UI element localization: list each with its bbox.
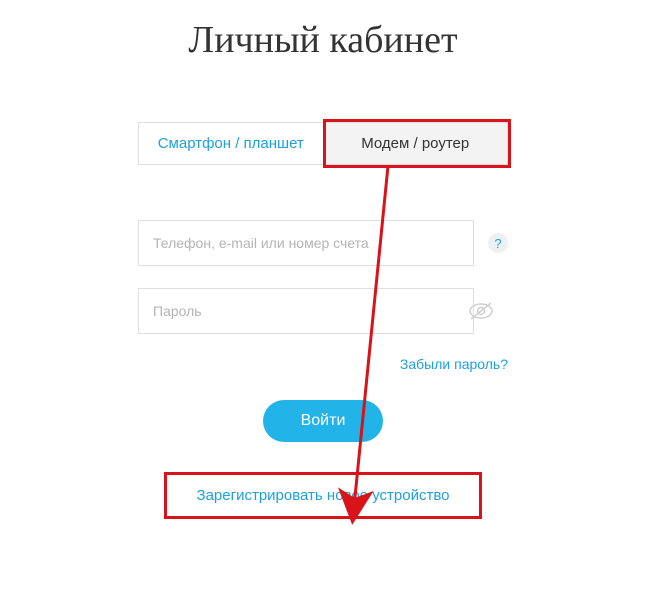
login-input[interactable] (138, 220, 474, 266)
password-row (138, 288, 508, 334)
login-button-row: Войти (138, 400, 508, 442)
device-tabs: Смартфон / планшет Модем / роутер (138, 122, 508, 165)
login-button[interactable]: Войти (263, 400, 384, 442)
register-device-link[interactable]: Зарегистрировать новое устройство (169, 477, 478, 514)
tab-modem[interactable]: Модем / роутер (324, 123, 508, 164)
forgot-password-link[interactable]: Забыли пароль? (138, 356, 508, 372)
login-row: ? (138, 220, 508, 266)
login-form: Смартфон / планшет Модем / роутер ? Забы… (138, 122, 508, 519)
eye-off-icon[interactable] (468, 302, 494, 320)
tab-smartphone[interactable]: Смартфон / планшет (139, 123, 324, 164)
help-icon[interactable]: ? (488, 233, 508, 253)
page-title: Личный кабинет (0, 18, 646, 62)
annotation-highlight-register: Зарегистрировать новое устройство (164, 472, 483, 519)
password-input[interactable] (138, 288, 474, 334)
register-row: Зарегистрировать новое устройство (138, 472, 508, 519)
